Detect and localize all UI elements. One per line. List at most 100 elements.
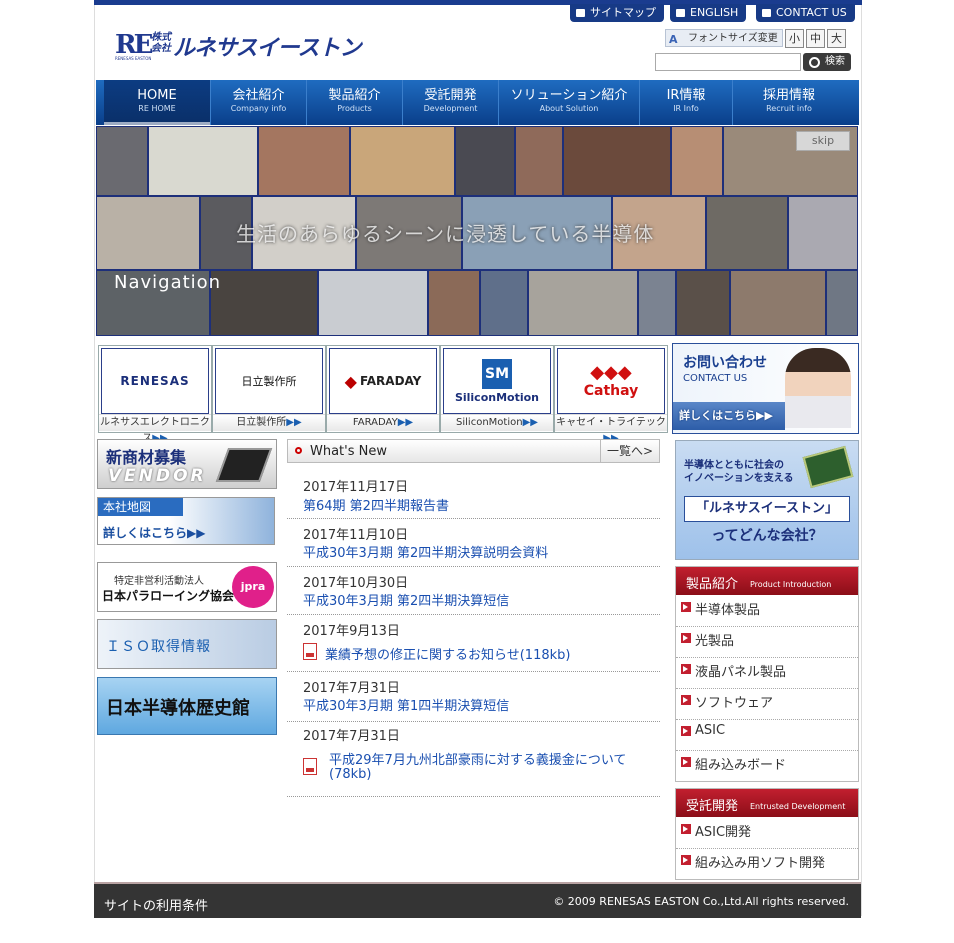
products-menu-header: 製品紹介 Product Introduction: [676, 567, 858, 595]
chip-icon: [802, 445, 854, 489]
logo-kabushiki: 株式会社: [151, 32, 171, 54]
terms-of-use-link[interactable]: サイトの利用条件: [104, 895, 208, 914]
news-date: 2017年11月10日: [303, 528, 409, 543]
partner-caption: 日立製作所▶▶: [213, 414, 325, 431]
product-item-label: 組み込みボード: [695, 758, 787, 773]
development-item-label: 組み込み用ソフト開発: [695, 856, 826, 871]
font-large-button[interactable]: 大: [827, 29, 846, 48]
arrow-right-icon: [681, 726, 691, 736]
products-menu: 製品紹介 Product Introduction 半導体製品 光製品 液晶パネル…: [675, 566, 859, 782]
renesas-logo-text: RENESAS: [120, 374, 190, 388]
news-item[interactable]: 2017年11月17日 第64期 第2四半期報告書: [287, 469, 660, 519]
news-title-continued[interactable]: (78kb): [329, 767, 371, 782]
siliconmotion-logo-text: SiliconMotion: [454, 390, 540, 404]
about-banner-text: 半導体とともに社会の イノベーションを支える: [684, 459, 794, 485]
development-item-asic[interactable]: ASIC開発: [676, 818, 858, 849]
partner-hitachi[interactable]: 日立製作所 日立製作所▶▶: [212, 345, 326, 433]
nav-development-en: Development: [423, 104, 478, 113]
news-title[interactable]: 平成30年3月期 第2四半期決算短信: [303, 590, 509, 609]
partner-renesas[interactable]: RENESAS ルネサスエレクトロニクス▶▶: [98, 345, 212, 444]
contact-us-link[interactable]: CONTACT US: [756, 4, 855, 22]
nav-products[interactable]: 製品紹介 Products: [307, 80, 403, 125]
search-input[interactable]: [655, 53, 801, 71]
hero-tile: [258, 126, 350, 196]
news-title[interactable]: 平成29年7月九州北部豪雨に対する義援金について: [329, 749, 659, 768]
news-item[interactable]: 2017年11月10日 平成30年3月期 第2四半期決算説明会資料: [287, 518, 660, 567]
product-item-optical[interactable]: 光製品: [676, 627, 858, 658]
logo-mark: RE: [115, 30, 153, 60]
partner-caption: ルネサスエレクトロニクス▶▶: [99, 414, 211, 444]
siliconmotion-cube-icon: SM: [482, 358, 512, 389]
logo-name: ルネサスイーストン: [173, 36, 361, 61]
news-list-link[interactable]: 一覧へ>: [600, 440, 659, 462]
hero-tile: [428, 270, 480, 336]
news-item[interactable]: 2017年7月31日 平成30年3月期 第1四半期決算短信: [287, 671, 660, 722]
partner-faraday[interactable]: ◆ FARADAY FARADAY▶▶: [326, 345, 440, 433]
headquarters-map-banner[interactable]: 本社地図 詳しくはこちら▶▶: [97, 497, 275, 545]
partner-cathay[interactable]: ◆◆◆Cathay キャセイ・トライテック▶▶: [554, 345, 668, 444]
map-detail-text: 詳しくはこちら: [103, 526, 188, 540]
nav-company[interactable]: 会社紹介 Company info: [211, 80, 307, 125]
partner-caption-text: SiliconMotion: [456, 417, 523, 428]
news-item[interactable]: 2017年7月31日 平成29年7月九州北部豪雨に対する義援金について (78k…: [287, 721, 660, 797]
news-date: 2017年9月13日: [303, 624, 400, 639]
contact-banner[interactable]: お問い合わせ CONTACT US 詳しくはこちら▶▶: [672, 343, 859, 434]
siliconmotion-logo: SM SiliconMotion: [443, 348, 551, 414]
news-item[interactable]: 2017年9月13日 業績予想の修正に関するお知らせ(118kb): [287, 614, 660, 672]
development-item-embedded-software[interactable]: 組み込み用ソフト開発: [676, 849, 858, 878]
news-title[interactable]: 平成30年3月期 第2四半期決算説明会資料: [303, 542, 548, 561]
iso-banner[interactable]: ＩＳＯ取得情報: [97, 619, 277, 669]
para-rowing-banner[interactable]: 特定非営利活動法人 日本パラローイング協会 jpra: [97, 562, 277, 612]
product-item-embedded-board[interactable]: 組み込みボード: [676, 751, 858, 780]
product-item-label: 光製品: [695, 634, 735, 649]
nav-ir[interactable]: IR情報 IR Info: [640, 80, 733, 125]
news-title[interactable]: 業績予想の修正に関するお知らせ(118kb): [325, 644, 570, 663]
font-small-button[interactable]: 小: [785, 29, 804, 48]
font-size-text: フォントサイズ変更: [688, 33, 778, 44]
para-npo-label: 特定非営利活動法人: [114, 576, 204, 587]
sitemap-link[interactable]: サイトマップ: [570, 4, 664, 22]
skip-button[interactable]: skip: [796, 131, 850, 151]
english-link[interactable]: ENGLISH: [670, 4, 747, 22]
semiconductor-history-banner[interactable]: 日本半導体歴史館: [97, 677, 277, 735]
news-title[interactable]: 平成30年3月期 第1四半期決算短信: [303, 695, 509, 714]
arrow-right-icon: [681, 633, 691, 643]
hero-tile: [706, 196, 788, 270]
hero-tile: [730, 270, 826, 336]
nav-development-label: 受託開発: [424, 88, 477, 103]
faraday-diamond-icon: ◆: [344, 371, 357, 391]
double-chevron-icon: ▶▶: [286, 417, 302, 428]
jpra-logo: jpra: [232, 566, 274, 608]
about-company-banner[interactable]: 半導体とともに社会の イノベーションを支える 「ルネサスイーストン」 ってどんな会…: [675, 440, 859, 560]
cathay-logo: ◆◆◆ Cathay: [557, 348, 665, 414]
search-button[interactable]: 検索: [803, 53, 851, 71]
partner-siliconmotion[interactable]: SM SiliconMotion SiliconMotion▶▶: [440, 345, 554, 433]
vendor-subtitle: VENDOR: [108, 466, 207, 486]
arrow-right-icon: [681, 824, 691, 834]
nav-solution[interactable]: ソリューション紹介 About Solution: [499, 80, 640, 125]
jpra-logo-text: jpra: [240, 580, 266, 593]
product-item-software[interactable]: ソフトウェア: [676, 689, 858, 720]
nav-development[interactable]: 受託開発 Development: [403, 80, 499, 125]
product-item-lcd[interactable]: 液晶パネル製品: [676, 658, 858, 689]
partner-caption: SiliconMotion▶▶: [441, 414, 553, 431]
whats-new-title: What's New: [310, 444, 387, 459]
sitemap-icon: [576, 9, 585, 17]
logo-subtext: RENESAS EASTON: [115, 56, 152, 61]
nav-recruit[interactable]: 採用情報 Recruit info: [733, 80, 845, 125]
news-title[interactable]: 第64期 第2四半期報告書: [303, 495, 449, 514]
english-label: ENGLISH: [690, 6, 739, 19]
hero-tile: [350, 126, 455, 196]
vendor-banner[interactable]: 新商材募集 VENDOR: [97, 439, 277, 489]
font-medium-button[interactable]: 中: [806, 29, 825, 48]
product-item-asic[interactable]: ASIC: [676, 720, 858, 751]
partner-caption-text: FARADAY: [352, 417, 398, 428]
nav-home-en: RE HOME: [138, 104, 176, 113]
renesas-logo: RENESAS: [101, 348, 209, 414]
product-item-semiconductor[interactable]: 半導体製品: [676, 596, 858, 627]
news-item[interactable]: 2017年10月30日 平成30年3月期 第2四半期決算短信: [287, 566, 660, 615]
contact-banner-title: お問い合わせ: [683, 355, 767, 371]
contact-banner-detail: 詳しくはこちら▶▶: [679, 407, 773, 423]
nav-company-en: Company info: [230, 104, 287, 113]
nav-home[interactable]: HOME RE HOME: [104, 80, 211, 125]
